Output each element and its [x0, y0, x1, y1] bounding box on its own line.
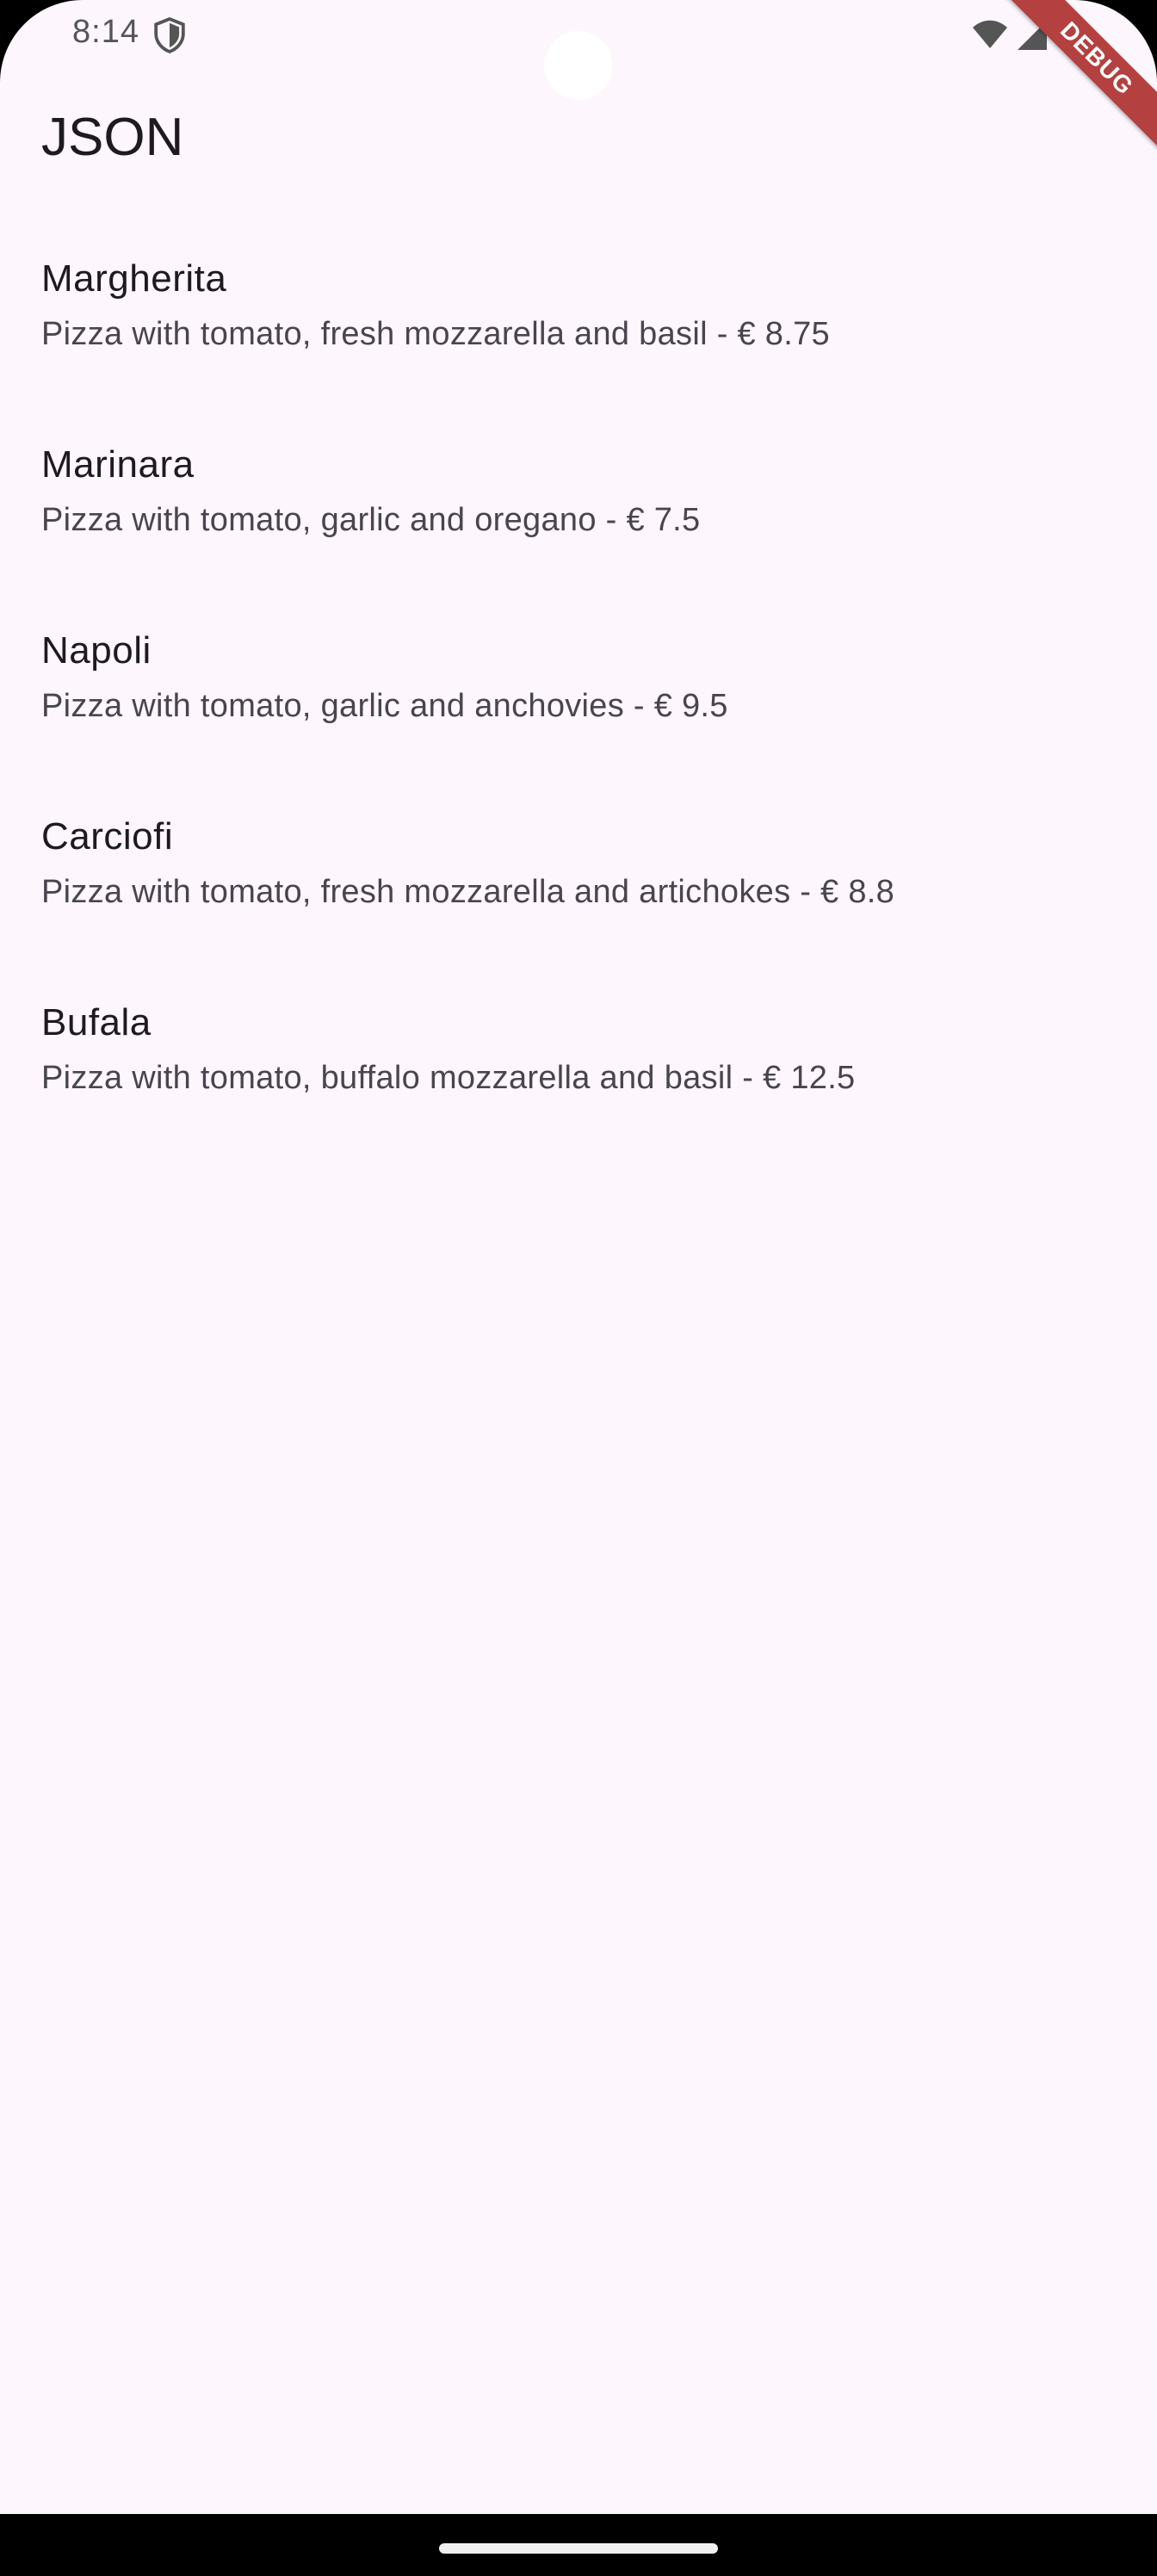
- home-indicator[interactable]: [439, 2543, 718, 2554]
- list-item[interactable]: Carciofi Pizza with tomato, fresh mozzar…: [0, 785, 1157, 971]
- list-item[interactable]: Marinara Pizza with tomato, garlic and o…: [0, 413, 1157, 599]
- wifi-icon: [971, 19, 1009, 50]
- pizza-name: Marinara: [41, 443, 195, 486]
- pizza-name: Napoli: [41, 629, 152, 672]
- device-frame: 8:14 DEBUG JSON Margherita Pizza with to…: [0, 0, 1157, 2576]
- status-bar: 8:14: [0, 0, 1157, 100]
- app-bar: JSON: [0, 72, 1157, 183]
- list-item[interactable]: Bufala Pizza with tomato, buffalo mozzar…: [0, 971, 1157, 1157]
- pizza-description: Pizza with tomato, garlic and anchovies …: [41, 688, 728, 724]
- pizza-name: Bufala: [41, 1001, 152, 1043]
- page-title: JSON: [41, 108, 184, 167]
- status-time: 8:14: [72, 14, 139, 50]
- pizza-name: Margherita: [41, 257, 227, 300]
- list-item[interactable]: Napoli Pizza with tomato, garlic and anc…: [0, 599, 1157, 785]
- pizza-description: Pizza with tomato, garlic and oregano - …: [41, 502, 701, 538]
- pizza-list: Margherita Pizza with tomato, fresh mozz…: [0, 227, 1157, 1157]
- pizza-description: Pizza with tomato, fresh mozzarella and …: [41, 874, 895, 910]
- shield-icon: [153, 16, 186, 54]
- pizza-name: Carciofi: [41, 815, 174, 858]
- list-item[interactable]: Margherita Pizza with tomato, fresh mozz…: [0, 227, 1157, 413]
- pizza-description: Pizza with tomato, buffalo mozzarella an…: [41, 1060, 856, 1096]
- pizza-description: Pizza with tomato, fresh mozzarella and …: [41, 316, 830, 352]
- app-screen: 8:14 DEBUG JSON Margherita Pizza with to…: [0, 0, 1157, 2514]
